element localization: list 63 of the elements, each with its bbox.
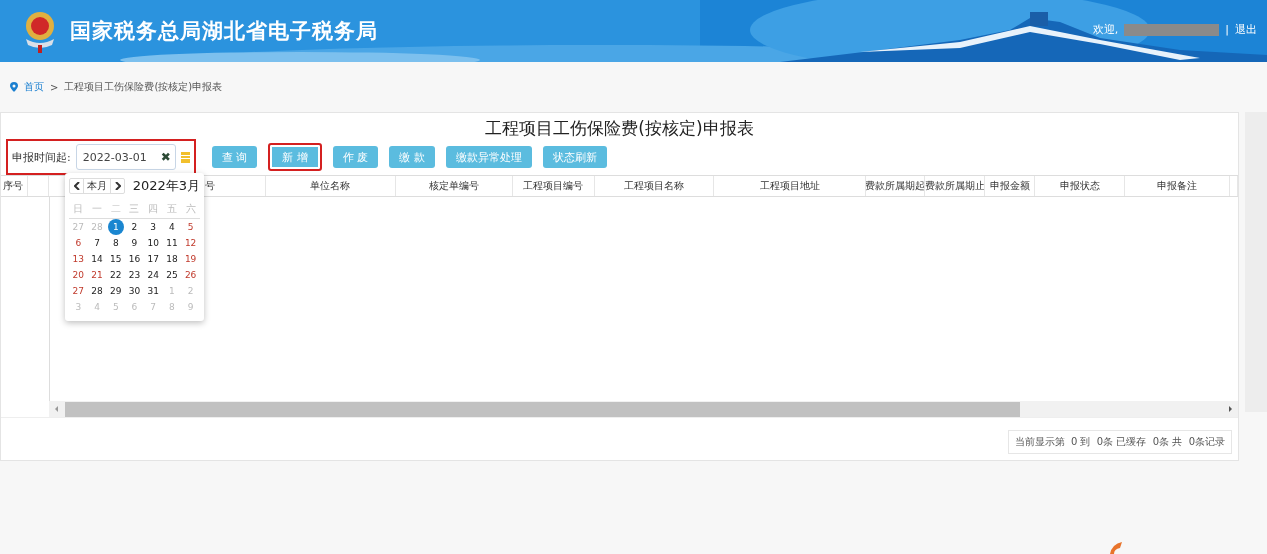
pagination-info: 当前显示第 0 到 0条 已缓存 0条 共 0条记录: [1007, 430, 1232, 454]
calendar-day[interactable]: 7: [89, 235, 106, 251]
calendar-day[interactable]: 30: [126, 283, 143, 299]
date-field[interactable]: 2022-03-01 ✖: [75, 144, 176, 170]
column-header: 申报备注: [1125, 176, 1230, 196]
calendar-day[interactable]: 31: [145, 283, 162, 299]
month-title: 2022年3月: [132, 177, 200, 195]
column-header: 核定单编号: [395, 176, 513, 196]
column-header: 单位名称: [265, 176, 396, 196]
calendar-day[interactable]: 18: [163, 251, 180, 267]
weekday-label: 六: [181, 199, 200, 219]
clear-icon[interactable]: ✖: [160, 150, 171, 164]
calendar-day[interactable]: 19: [182, 251, 199, 267]
breadcrumb-current: 工程项目工伤保险费(按核定)申报表: [64, 80, 223, 94]
page-title: 工程项目工伤保险费(按核定)申报表: [485, 118, 754, 138]
calendar-day[interactable]: 2: [126, 219, 143, 235]
column-header: 序号: [1, 176, 28, 196]
weekday-label: 五: [162, 199, 182, 219]
breadcrumb-separator: >: [50, 81, 59, 93]
calendar-day[interactable]: 22: [107, 267, 124, 283]
site-title: 国家税务总局湖北省电子税务局: [70, 18, 378, 45]
column-header: 费款所属期起: [866, 176, 926, 196]
horizontal-scrollbar[interactable]: [49, 401, 1238, 417]
calendar-day[interactable]: 1: [107, 219, 124, 235]
calendar-day[interactable]: 23: [126, 267, 143, 283]
calendar-day[interactable]: 8: [107, 235, 124, 251]
logout-link[interactable]: 退出: [1235, 22, 1257, 37]
calendar-day[interactable]: 9: [126, 235, 143, 251]
scroll-thumb[interactable]: [65, 401, 1020, 417]
column-header: 工程项目地址: [714, 176, 867, 196]
calendar-day[interactable]: 14: [89, 251, 106, 267]
floating-widget-icon[interactable]: [1108, 542, 1122, 554]
calendar-day[interactable]: 16: [126, 251, 143, 267]
column-header: 工程项目编号: [512, 176, 595, 196]
date-label: 申报时间起:: [12, 149, 71, 165]
calendar-day[interactable]: 11: [163, 235, 180, 251]
calendar-day[interactable]: 27: [70, 283, 87, 299]
column-header: 工程项目名称: [594, 176, 715, 196]
calendar-day[interactable]: 12: [182, 235, 199, 251]
calendar-day[interactable]: 26: [182, 267, 199, 283]
calendar-day[interactable]: 3: [145, 219, 162, 235]
calendar-day[interactable]: 5: [182, 219, 199, 235]
calendar-day[interactable]: 17: [145, 251, 162, 267]
column-header: 申报状态: [1035, 176, 1126, 196]
calendar-icon[interactable]: [180, 151, 190, 163]
calendar-day[interactable]: 21: [89, 267, 106, 283]
separator-text: |: [1225, 23, 1229, 36]
calendar-day[interactable]: 25: [163, 267, 180, 283]
calendar-day[interactable]: 6: [70, 235, 87, 251]
calendar-day[interactable]: 10: [145, 235, 162, 251]
column-header: 申报金额: [985, 176, 1036, 196]
column-header: 费款所属期止: [925, 176, 986, 196]
calendar-day[interactable]: 28: [89, 283, 106, 299]
calendar-day[interactable]: 15: [107, 251, 124, 267]
home-link[interactable]: 首页: [24, 80, 44, 94]
calendar-day[interactable]: 20: [70, 267, 87, 283]
location-icon: [10, 82, 18, 92]
calendar-day[interactable]: 13: [70, 251, 87, 267]
welcome-text: 欢迎,: [1092, 22, 1119, 37]
weekday-label: 四: [143, 199, 163, 219]
calendar-day[interactable]: 24: [145, 267, 162, 283]
calendar-day[interactable]: 29: [107, 283, 124, 299]
calendar-day[interactable]: 4: [163, 219, 180, 235]
